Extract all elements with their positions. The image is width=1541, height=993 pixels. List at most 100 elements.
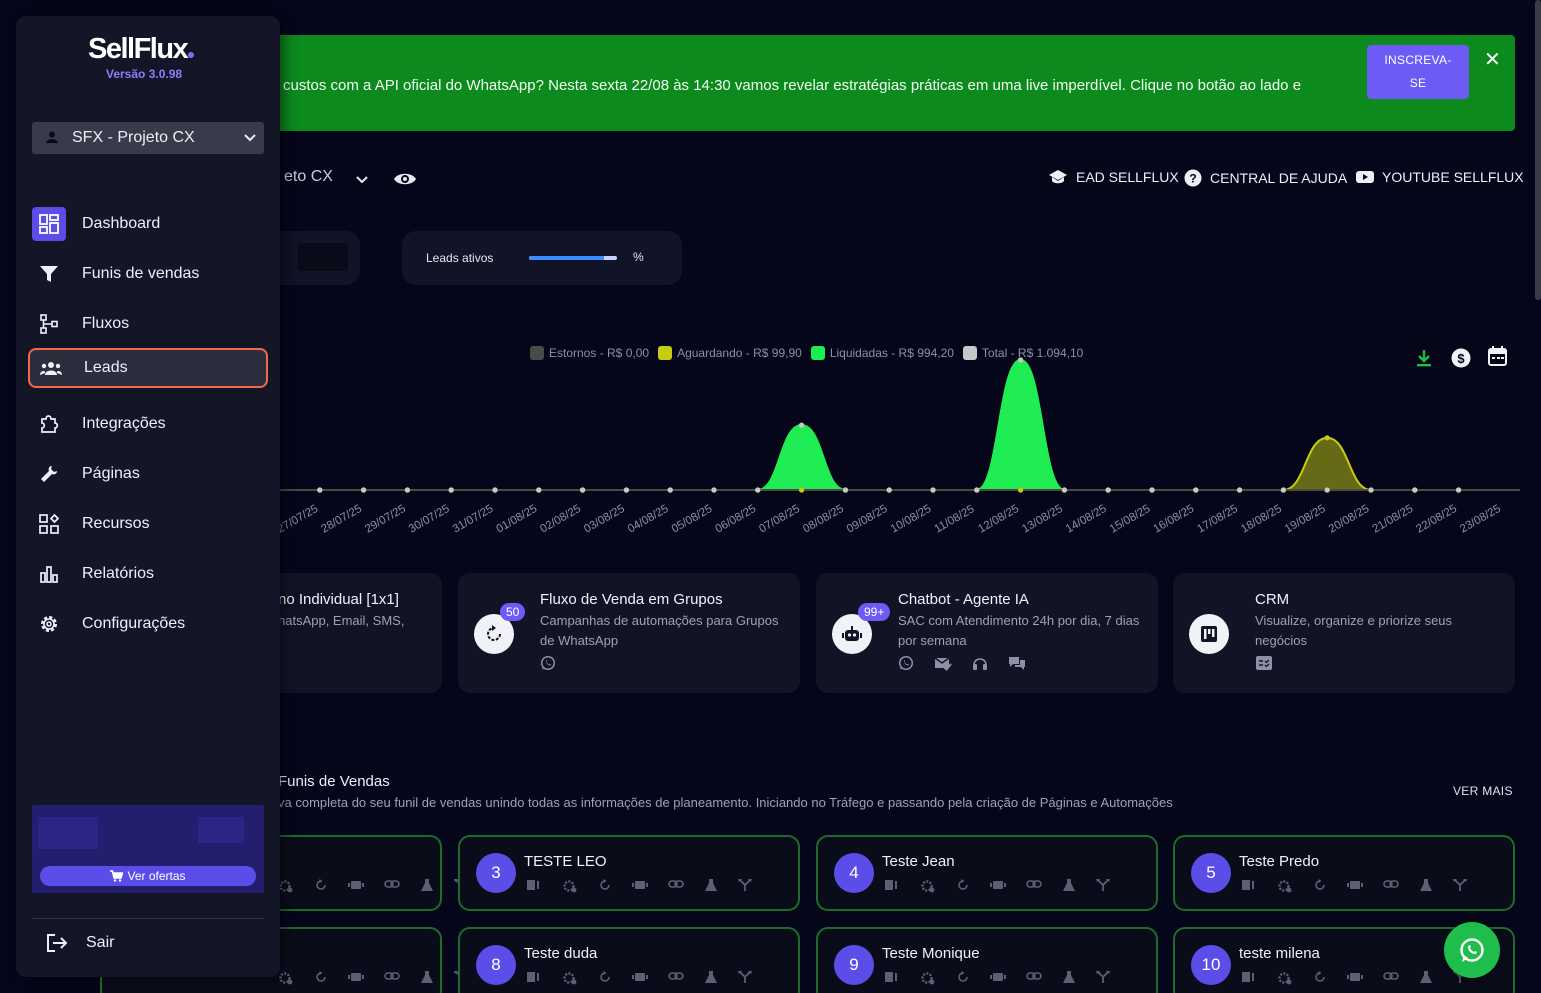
whatsapp-chat-button[interactable] (1444, 922, 1500, 978)
ead-sellflux-link[interactable]: EAD SELLFLUX (1048, 169, 1179, 185)
data-point[interactable] (580, 487, 586, 493)
link-icon[interactable] (1026, 970, 1042, 986)
sidebar-item-integra-es[interactable]: Integrações (28, 404, 268, 444)
subscribe-button[interactable]: INSCREVA- SE (1367, 45, 1469, 99)
data-point[interactable] (536, 487, 542, 493)
project-select-main[interactable]: eto CX (284, 168, 333, 186)
video-icon[interactable] (1347, 970, 1363, 986)
page-scrollbar[interactable] (1535, 0, 1541, 300)
cycle-icon[interactable] (598, 878, 612, 894)
traffic-icon[interactable] (526, 878, 542, 894)
youtube-link[interactable]: YOUTUBE SELLFLUX (1356, 169, 1524, 185)
link-icon[interactable] (1383, 878, 1399, 894)
cycle-icon[interactable] (1313, 878, 1327, 894)
cycle-icon[interactable] (956, 970, 970, 986)
traffic-icon[interactable] (526, 970, 542, 986)
link-icon[interactable] (1383, 970, 1399, 986)
data-point[interactable] (404, 487, 410, 493)
cycle-icon[interactable] (314, 970, 328, 986)
data-point[interactable] (1193, 487, 1199, 493)
flask-icon[interactable] (420, 878, 434, 894)
see-offers-button[interactable]: Ver ofertas (40, 866, 256, 886)
split-icon[interactable] (738, 878, 752, 894)
video-icon[interactable] (990, 970, 1006, 986)
data-point[interactable] (1412, 487, 1418, 493)
sidebar-item-relat-rios[interactable]: Relatórios (28, 554, 268, 594)
sidebar-item-funis-de-vendas[interactable]: Funis de vendas (28, 254, 268, 294)
sidebar-item-recursos[interactable]: Recursos (28, 504, 268, 544)
data-point[interactable] (1280, 487, 1286, 493)
link-icon[interactable] (384, 970, 400, 986)
video-icon[interactable] (990, 878, 1006, 894)
data-point[interactable] (930, 487, 936, 493)
data-point[interactable] (799, 487, 805, 493)
cycle-icon[interactable] (314, 878, 328, 894)
data-point[interactable] (1105, 487, 1111, 493)
flask-icon[interactable] (420, 970, 434, 986)
automation-gear-icon[interactable] (562, 878, 578, 894)
feature-card[interactable]: Fluxo de Venda em Grupos Campanhas de aut… (458, 573, 800, 693)
chevron-down-icon[interactable] (354, 172, 370, 188)
split-icon[interactable] (1096, 970, 1110, 986)
sidebar-item-leads[interactable]: Leads (28, 348, 268, 388)
data-point[interactable] (755, 487, 761, 493)
sidebar-item-fluxos[interactable]: Fluxos (28, 304, 268, 344)
link-icon[interactable] (668, 970, 684, 986)
eye-icon[interactable] (393, 170, 417, 188)
traffic-icon[interactable] (884, 878, 900, 894)
feature-card[interactable]: CRM Visualize, organize e priorize seus n… (1173, 573, 1515, 693)
data-point[interactable] (974, 487, 980, 493)
funnel-card[interactable]: 8 Teste duda (458, 927, 800, 993)
data-point[interactable] (361, 487, 367, 493)
traffic-icon[interactable] (1241, 970, 1257, 986)
data-point[interactable] (1149, 487, 1155, 493)
automation-gear-icon[interactable] (1277, 970, 1293, 986)
see-more-link[interactable]: VER MAIS (1453, 784, 1513, 798)
link-icon[interactable] (384, 878, 400, 894)
data-point[interactable] (1237, 487, 1243, 493)
data-point[interactable] (1368, 487, 1374, 493)
logout-button[interactable]: Sair (46, 933, 114, 953)
video-icon[interactable] (348, 970, 364, 986)
funnel-card[interactable]: 4 Teste Jean (816, 835, 1158, 911)
data-point[interactable] (1324, 487, 1330, 493)
split-icon[interactable] (1096, 878, 1110, 894)
data-point[interactable] (317, 487, 323, 493)
help-center-link[interactable]: ? CENTRAL DE AJUDA (1184, 169, 1347, 187)
close-icon[interactable]: ✕ (1484, 50, 1501, 70)
data-point[interactable] (448, 487, 454, 493)
automation-gear-icon[interactable] (278, 970, 294, 986)
data-point[interactable] (1061, 487, 1067, 493)
automation-gear-icon[interactable] (920, 878, 936, 894)
flask-icon[interactable] (704, 970, 718, 986)
sidebar-item-dashboard[interactable]: Dashboard (28, 204, 268, 244)
data-point[interactable] (799, 422, 805, 428)
data-point[interactable] (1018, 487, 1024, 493)
split-icon[interactable] (738, 970, 752, 986)
traffic-icon[interactable] (884, 970, 900, 986)
sidebar-item-p-ginas[interactable]: Páginas (28, 454, 268, 494)
traffic-icon[interactable] (1241, 878, 1257, 894)
funnel-card[interactable]: 3 TESTE LEO (458, 835, 800, 911)
automation-gear-icon[interactable] (562, 970, 578, 986)
split-icon[interactable] (1453, 878, 1467, 894)
flask-icon[interactable] (1419, 878, 1433, 894)
flask-icon[interactable] (1062, 878, 1076, 894)
data-point[interactable] (842, 487, 849, 493)
link-icon[interactable] (668, 878, 684, 894)
data-point[interactable] (667, 487, 673, 493)
data-point[interactable] (886, 487, 892, 493)
cycle-icon[interactable] (956, 878, 970, 894)
video-icon[interactable] (1347, 878, 1363, 894)
flask-icon[interactable] (704, 878, 718, 894)
funnel-card[interactable]: 5 Teste Predo (1173, 835, 1515, 911)
data-point[interactable] (1018, 357, 1024, 363)
data-point[interactable] (623, 487, 629, 493)
feature-card[interactable]: Chatbot - Agente IA SAC com Atendimento 2… (816, 573, 1158, 693)
project-select[interactable]: SFX - Projeto CX (32, 122, 264, 154)
automation-gear-icon[interactable] (1277, 878, 1293, 894)
link-icon[interactable] (1026, 878, 1042, 894)
automation-gear-icon[interactable] (920, 970, 936, 986)
cycle-icon[interactable] (598, 970, 612, 986)
video-icon[interactable] (632, 878, 648, 894)
